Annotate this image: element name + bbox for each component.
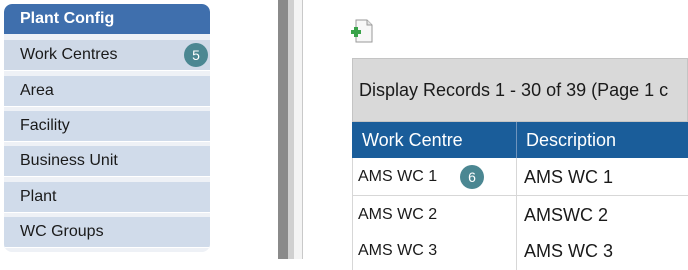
sidebar-item-business-unit[interactable]: Business Unit bbox=[4, 146, 210, 177]
sidebar-item-label: Facility bbox=[20, 117, 70, 134]
grid-header: Work Centre Description bbox=[352, 122, 688, 158]
table-row[interactable]: AMS WC 1 6 AMS WC 1 bbox=[352, 158, 688, 196]
row-separator bbox=[516, 196, 517, 234]
sidebar-item-label: Business Unit bbox=[20, 152, 118, 169]
sidebar-item-area[interactable]: Area bbox=[4, 76, 210, 107]
content-border bbox=[294, 0, 303, 259]
column-header-work-centre[interactable]: Work Centre bbox=[352, 122, 516, 158]
sidebar-title: Plant Config bbox=[4, 4, 210, 34]
sidebar-item-label: Plant bbox=[20, 188, 57, 205]
column-header-description[interactable]: Description bbox=[516, 122, 688, 158]
splitter-handle[interactable] bbox=[278, 0, 288, 259]
step-badge: 6 bbox=[460, 165, 484, 189]
row-separator bbox=[516, 158, 517, 196]
sidebar-item-plant[interactable]: Plant bbox=[4, 182, 210, 213]
cell-description: AMS WC 3 bbox=[524, 241, 614, 261]
cell-description: AMSWC 2 bbox=[524, 205, 609, 225]
sidebar-item-label: WC Groups bbox=[20, 223, 104, 240]
sidebar-item-wc-groups[interactable]: WC Groups bbox=[4, 217, 210, 248]
cell-work-centre: AMS WC 1 bbox=[358, 168, 438, 185]
cell-work-centre: AMS WC 3 bbox=[358, 242, 438, 259]
row-separator bbox=[516, 232, 517, 270]
cell-description: AMS WC 1 bbox=[524, 167, 614, 187]
new-document-icon[interactable] bbox=[350, 18, 376, 44]
sidebar-item-label: Area bbox=[20, 82, 54, 99]
records-summary: Display Records 1 - 30 of 39 (Page 1 c bbox=[352, 58, 688, 122]
plant-config-sidebar: Plant Config Work Centres 5 Area Facilit… bbox=[4, 4, 210, 252]
table-row[interactable]: AMS WC 3 AMS WC 3 bbox=[352, 232, 688, 270]
cell-work-centre: AMS WC 2 bbox=[358, 206, 438, 223]
sidebar-item-label: Work Centres bbox=[20, 46, 118, 63]
sidebar-item-facility[interactable]: Facility bbox=[4, 111, 210, 142]
sidebar-item-work-centres[interactable]: Work Centres 5 bbox=[4, 40, 210, 71]
step-badge: 5 bbox=[184, 43, 208, 67]
table-row[interactable]: AMS WC 2 AMSWC 2 bbox=[352, 196, 688, 234]
